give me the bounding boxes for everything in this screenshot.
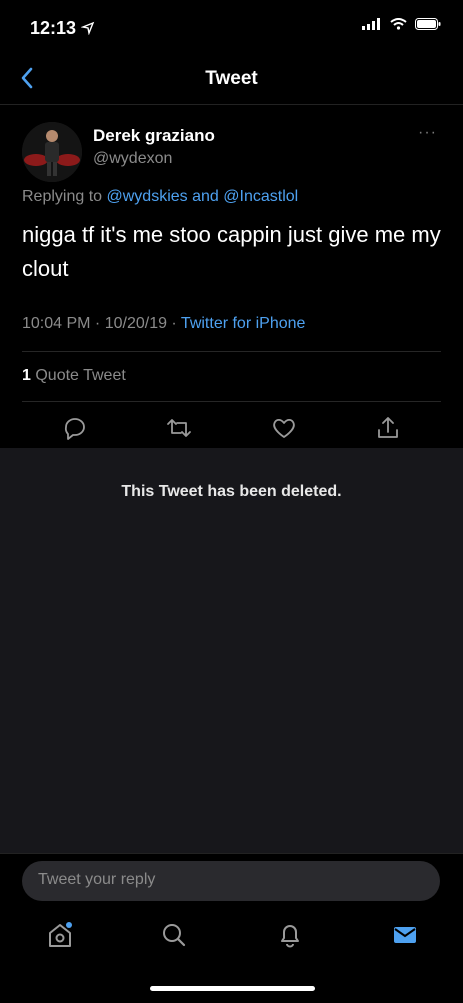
- nav-header: Tweet: [0, 52, 463, 105]
- mention-link[interactable]: @Incastlol: [223, 188, 298, 205]
- messages-icon[interactable]: [390, 920, 420, 950]
- home-icon[interactable]: [45, 920, 75, 950]
- quote-tweet-count[interactable]: 1 Quote Tweet: [22, 367, 126, 385]
- tweet-timestamp: 10:04 PM · 10/20/19 ·: [22, 315, 181, 332]
- search-icon[interactable]: [159, 920, 189, 950]
- location-arrow-icon: [80, 21, 95, 36]
- replying-to: Replying to @wydskies and @Incastlol: [22, 188, 298, 206]
- quote-label: Quote Tweet: [35, 367, 126, 384]
- quote-count: 1: [22, 367, 31, 384]
- status-time: 12:13: [30, 18, 95, 39]
- replying-and: and: [192, 188, 219, 205]
- battery-icon: [415, 18, 441, 30]
- reply-icon[interactable]: [61, 414, 89, 442]
- divider: [22, 351, 441, 352]
- signal-icon: [362, 18, 380, 30]
- tweet-actions: [0, 410, 463, 446]
- avatar[interactable]: [22, 122, 82, 182]
- like-icon[interactable]: [270, 414, 298, 442]
- retweet-icon[interactable]: [165, 414, 193, 442]
- replying-prefix: Replying to: [22, 188, 103, 205]
- deleted-tweet-message: This Tweet has been deleted.: [121, 483, 342, 500]
- avatar-image: [22, 122, 82, 182]
- more-options-icon[interactable]: ···: [418, 124, 437, 142]
- tweet-text: nigga tf it's me stoo cappin just give m…: [22, 222, 441, 281]
- tweet-meta: 10:04 PM · 10/20/19 · Twitter for iPhone: [22, 315, 305, 333]
- author-name[interactable]: Derek graziano: [93, 126, 215, 146]
- deleted-tweet-panel: [0, 448, 463, 853]
- divider: [22, 401, 441, 402]
- reply-input[interactable]: Tweet your reply: [22, 861, 440, 901]
- home-indicator: [150, 986, 315, 991]
- status-bar: 12:13: [0, 0, 463, 52]
- mention-link[interactable]: @wydskies: [107, 188, 188, 205]
- notifications-icon[interactable]: [275, 920, 305, 950]
- status-icons: [362, 18, 441, 30]
- share-icon[interactable]: [374, 414, 402, 442]
- page-title: Tweet: [205, 68, 258, 89]
- tweet-source[interactable]: Twitter for iPhone: [181, 315, 306, 332]
- wifi-icon: [390, 18, 407, 30]
- author-handle[interactable]: @wydexon: [93, 150, 172, 168]
